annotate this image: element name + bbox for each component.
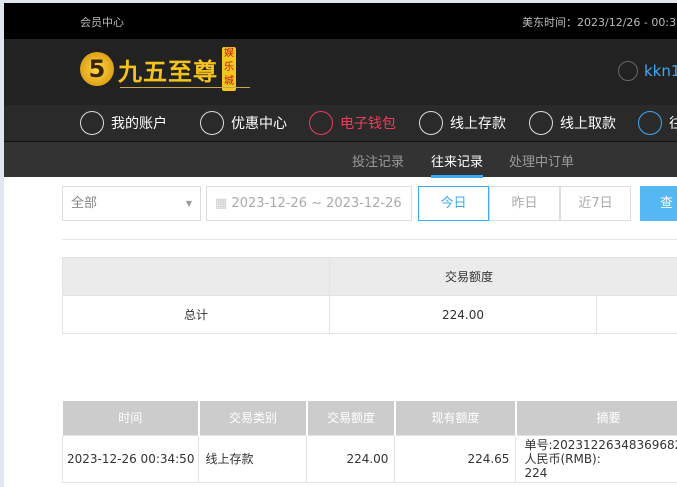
today-button[interactable]: 今日 [418, 186, 489, 221]
user-menu[interactable]: kkn1 [618, 61, 677, 81]
logo[interactable]: 5 九五至尊 娱乐城 [80, 47, 250, 91]
nav-label: 优惠中心 [231, 116, 287, 132]
memo-order-no: 单号:202312263483696829 [524, 437, 677, 452]
nav-label: 我的账户 [111, 116, 167, 132]
col-memo: 摘要 [515, 401, 677, 435]
yesterday-button[interactable]: 昨日 [489, 186, 560, 221]
username: kkn1 [644, 62, 677, 80]
tab-transactions[interactable]: 往来记录 [431, 151, 484, 178]
logo-ornament [120, 87, 250, 88]
user-avatar-icon [618, 61, 638, 81]
memo-currency: 人民币(RMB): [524, 451, 601, 466]
main-nav: 我的账户 优惠中心 电子钱包 线上存款 线上取款 往 [4, 105, 677, 142]
chevron-down-icon: ▼ [185, 199, 192, 208]
user-icon [80, 111, 104, 135]
cell-type: 线上存款 [198, 434, 308, 483]
tab-pending-orders[interactable]: 处理中订单 [509, 151, 574, 170]
nav-label: 线上存款 [450, 116, 506, 132]
page: 会员中心 美东时间：2023/12/26 - 00:32: 5 九五至尊 娱乐城… [4, 3, 677, 487]
col-amount: 交易额度 [306, 401, 396, 435]
gift-icon [200, 111, 224, 135]
nav-withdraw[interactable]: 线上取款 [529, 111, 616, 135]
type-select[interactable]: 全部 ▼ [62, 186, 201, 221]
tab-bet-records[interactable]: 投注记录 [352, 151, 404, 170]
summary-header: 交易额度 [329, 257, 677, 296]
transactions-table: 时间 交易类别 交易额度 现有额度 摘要 2023-12-26 00:34:50… [61, 401, 677, 483]
cell-balance: 224.65 [394, 434, 517, 483]
cell-amount: 224.00 [306, 434, 396, 483]
deposit-icon [419, 111, 443, 135]
nav-label: 往 [669, 116, 677, 132]
nav-promotions[interactable]: 优惠中心 [200, 111, 287, 135]
nav-wallet[interactable]: 电子钱包 [309, 111, 396, 135]
eastern-time: 美东时间：2023/12/26 - 00:32: [522, 16, 677, 29]
logo-mark: 5 [80, 52, 114, 86]
logo-suffix: 娱乐城 [222, 47, 236, 91]
logo-name: 九五至尊 [118, 57, 218, 86]
nav-label: 线上取款 [560, 116, 616, 132]
type-select-value: 全部 [71, 196, 98, 211]
wallet-icon [309, 111, 333, 135]
memo-amount: 224 [524, 465, 548, 480]
header: 5 九五至尊 娱乐城 kkn1 [4, 39, 677, 105]
calendar-icon: ▦ [215, 196, 232, 211]
member-center-link[interactable]: 会员中心 [80, 14, 124, 30]
cell-memo: 单号:202312263483696829 人民币(RMB): 224 [515, 434, 677, 483]
nav-records[interactable]: 往 [638, 111, 677, 135]
total-label: 总计 [62, 295, 330, 334]
table-row: 2023-12-26 00:34:50 线上存款 224.00 224.65 单… [61, 434, 677, 483]
cell-time: 2023-12-26 00:34:50 [61, 434, 200, 483]
divider [62, 239, 677, 240]
record-icon [638, 111, 662, 135]
nav-my-account[interactable]: 我的账户 [80, 111, 167, 135]
table-header: 时间 交易类别 交易额度 现有额度 摘要 [62, 401, 677, 435]
last-7-days-button[interactable]: 近7日 [560, 186, 631, 221]
nav-label: 电子钱包 [340, 116, 396, 132]
nav-deposit[interactable]: 线上存款 [419, 111, 506, 135]
withdraw-icon [529, 111, 553, 135]
sub-nav: 投注记录 往来记录 处理中订单 [4, 142, 677, 178]
date-range-input[interactable]: ▦ 2023-12-26 ~ 2023-12-26 [206, 186, 412, 221]
query-button[interactable]: 查 [640, 186, 677, 221]
col-type: 交易类别 [198, 401, 308, 435]
date-range-value: 2023-12-26 ~ 2023-12-26 [231, 196, 402, 211]
col-time: 时间 [62, 401, 200, 435]
summary-table: 交易额度 总计 224.00 [62, 257, 677, 334]
top-bar: 会员中心 美东时间：2023/12/26 - 00:32: [4, 3, 677, 39]
col-balance: 现有额度 [394, 401, 517, 435]
total-value: 224.00 [329, 295, 597, 334]
